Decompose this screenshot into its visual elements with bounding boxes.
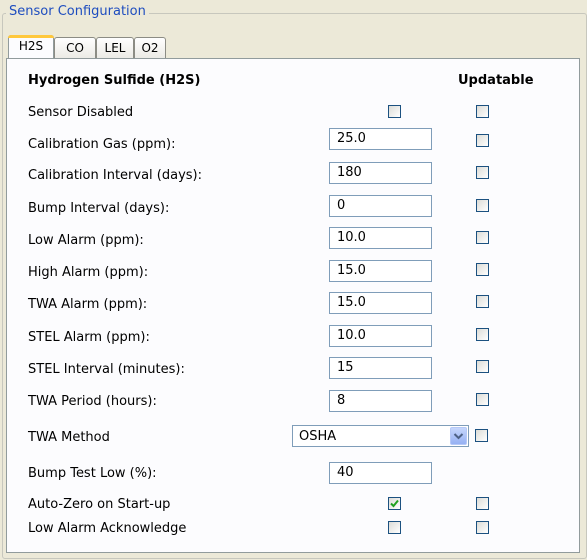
twa-period-field[interactable]: 8 [329, 390, 432, 412]
group-title: Sensor Configuration [6, 4, 149, 19]
calibration-interval-updatable-checkbox[interactable] [476, 166, 489, 179]
bump-interval-field[interactable]: 0 [329, 195, 432, 217]
calibration-gas-label: Calibration Gas (ppm): [28, 137, 176, 152]
updatable-header: Updatable [458, 73, 534, 88]
twa-period-updatable-checkbox[interactable] [476, 393, 489, 406]
sensor-disabled-checkbox[interactable] [388, 105, 401, 118]
tab-o2[interactable]: O2 [134, 37, 166, 58]
bump-interval-updatable-checkbox[interactable] [476, 199, 489, 212]
twa-method-updatable-checkbox[interactable] [475, 429, 488, 442]
bump-interval-label: Bump Interval (days): [28, 201, 170, 216]
stel-alarm-label: STEL Alarm (ppm): [28, 330, 150, 345]
low-alarm-acknowledge-updatable-checkbox[interactable] [476, 521, 489, 534]
stel-interval-field[interactable]: 15 [329, 357, 432, 379]
bump-test-low-field[interactable]: 40 [329, 462, 432, 484]
twa-method-label: TWA Method [28, 430, 110, 445]
auto-zero-label: Auto-Zero on Start-up [28, 497, 171, 512]
calibration-gas-updatable-checkbox[interactable] [476, 134, 489, 147]
twa-method-value: OSHA [299, 429, 337, 444]
low-alarm-acknowledge-label: Low Alarm Acknowledge [28, 521, 187, 536]
tab-co[interactable]: CO [54, 37, 96, 58]
calibration-interval-field[interactable]: 180 [329, 162, 432, 184]
auto-zero-checkbox[interactable] [388, 497, 401, 510]
tab-lel[interactable]: LEL [96, 37, 134, 58]
section-title: Hydrogen Sulfide (H2S) [28, 73, 201, 88]
auto-zero-updatable-checkbox[interactable] [476, 497, 489, 510]
tab-h2s[interactable]: H2S [8, 35, 54, 58]
checkmark-icon [390, 499, 399, 508]
calibration-interval-label: Calibration Interval (days): [28, 168, 202, 183]
stel-alarm-field[interactable]: 10.0 [329, 325, 432, 347]
twa-method-select[interactable]: OSHA [292, 425, 469, 447]
twa-alarm-updatable-checkbox[interactable] [476, 295, 489, 308]
twa-alarm-field[interactable]: 15.0 [329, 292, 432, 314]
calibration-gas-field[interactable]: 25.0 [329, 128, 432, 150]
low-alarm-updatable-checkbox[interactable] [476, 231, 489, 244]
stel-interval-updatable-checkbox[interactable] [476, 360, 489, 373]
high-alarm-updatable-checkbox[interactable] [476, 263, 489, 276]
chevron-down-icon[interactable] [450, 427, 467, 445]
twa-period-label: TWA Period (hours): [28, 394, 157, 409]
high-alarm-label: High Alarm (ppm): [28, 265, 149, 280]
stel-interval-label: STEL Interval (minutes): [28, 362, 185, 377]
twa-alarm-label: TWA Alarm (ppm): [28, 297, 148, 312]
bump-test-low-label: Bump Test Low (%): [28, 466, 157, 481]
high-alarm-field[interactable]: 15.0 [329, 260, 432, 282]
low-alarm-label: Low Alarm (ppm): [28, 233, 144, 248]
sensor-disabled-updatable-checkbox[interactable] [476, 105, 489, 118]
low-alarm-field[interactable]: 10.0 [329, 227, 432, 249]
low-alarm-acknowledge-checkbox[interactable] [388, 521, 401, 534]
sensor-disabled-label: Sensor Disabled [28, 105, 134, 120]
stel-alarm-updatable-checkbox[interactable] [476, 328, 489, 341]
